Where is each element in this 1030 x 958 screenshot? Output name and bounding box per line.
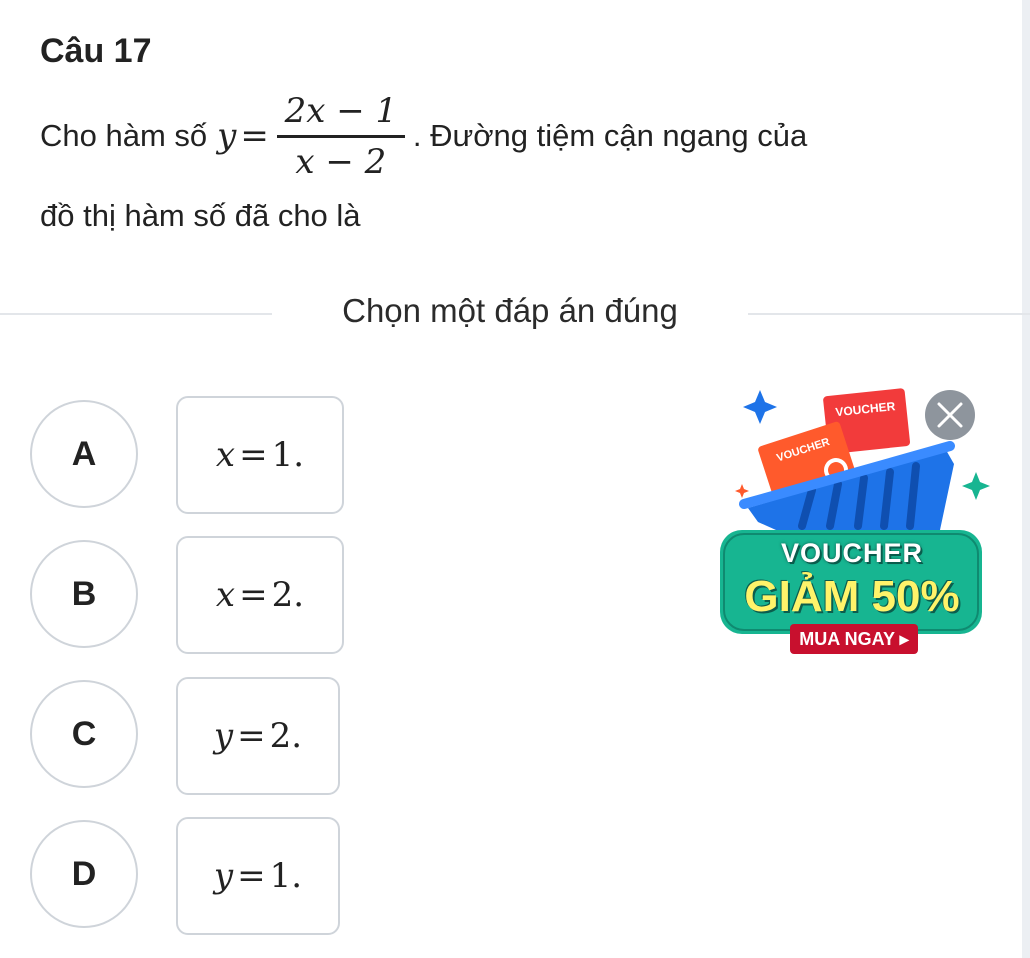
close-icon bbox=[937, 402, 963, 428]
option-a-value: 1 bbox=[271, 435, 294, 475]
option-a-letter[interactable]: A bbox=[30, 400, 138, 508]
option-c-end: . bbox=[291, 716, 303, 756]
option-d-button[interactable]: y = 1 . bbox=[176, 817, 340, 935]
option-a-button[interactable]: x = 1 . bbox=[176, 396, 344, 514]
option-b-button[interactable]: x = 2 . bbox=[176, 536, 344, 654]
close-ad-button[interactable] bbox=[925, 390, 975, 440]
option-c-button[interactable]: y = 2 . bbox=[176, 677, 340, 795]
option-d-eq: = bbox=[237, 856, 266, 896]
option-d-value: 1 bbox=[269, 856, 292, 896]
option-c-eq: = bbox=[237, 716, 266, 756]
equals-sign: = bbox=[240, 116, 269, 156]
question-prefix: Cho hàm số bbox=[40, 118, 208, 153]
option-d-letter[interactable]: D bbox=[30, 820, 138, 928]
option-c-var: y bbox=[213, 716, 234, 756]
option-b-var: x bbox=[215, 575, 236, 615]
sparkle-icon bbox=[743, 390, 777, 424]
option-a-var: x bbox=[215, 435, 236, 475]
choose-label: Chọn một đáp án đúng bbox=[342, 292, 678, 329]
option-b-letter[interactable]: B bbox=[30, 540, 138, 648]
option-d-end: . bbox=[291, 856, 303, 896]
ad-title-discount: GIẢM 50% bbox=[744, 572, 960, 621]
divider-right bbox=[748, 313, 1030, 315]
fraction-denominator: x − 2 bbox=[295, 141, 387, 182]
option-c-letter[interactable]: C bbox=[30, 680, 138, 788]
sparkle-icon bbox=[735, 484, 749, 498]
buy-now-button[interactable]: MUA NGAY ▸ bbox=[790, 624, 918, 654]
ad-title-voucher: VOUCHER bbox=[780, 538, 923, 568]
question-suffix: . Đường tiệm cận ngang của bbox=[412, 118, 808, 153]
question-text: Cho hàm số y = 2x − 1 x − 2 . Đường tiệm… bbox=[40, 86, 807, 186]
option-b-eq: = bbox=[239, 575, 268, 615]
sparkle-icon bbox=[962, 472, 990, 500]
fraction: 2x − 1 x − 2 bbox=[276, 90, 405, 182]
option-c-value: 2 bbox=[269, 716, 292, 756]
option-d-var: y bbox=[213, 856, 234, 896]
option-a-end: . bbox=[293, 435, 305, 475]
divider-left bbox=[0, 313, 272, 315]
scrollbar[interactable] bbox=[1022, 0, 1030, 958]
function-lhs: y bbox=[217, 116, 237, 156]
option-a-eq: = bbox=[239, 435, 268, 475]
question-line2: đồ thị hàm số đã cho là bbox=[40, 198, 361, 233]
option-b-end: . bbox=[293, 575, 305, 615]
fraction-numerator: 2x − 1 bbox=[284, 90, 398, 131]
option-b-value: 2 bbox=[271, 575, 294, 615]
question-title: Câu 17 bbox=[40, 32, 152, 70]
